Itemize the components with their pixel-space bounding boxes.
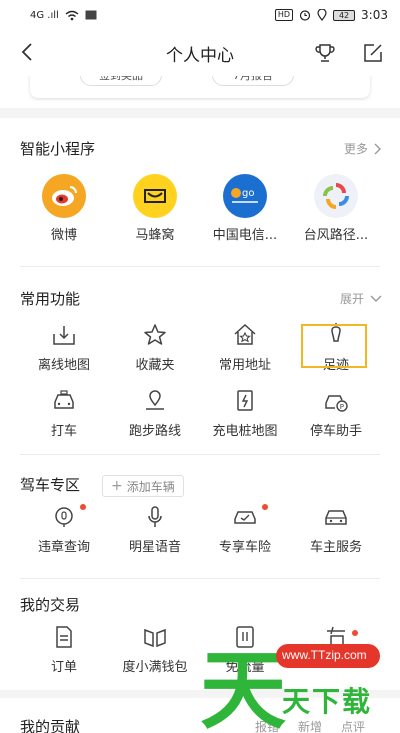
summary-card: 签到奖品 7月报告 xyxy=(30,76,370,98)
trade-orders[interactable]: 订单 xyxy=(19,624,109,675)
function-common-address[interactable]: 常用地址 xyxy=(200,322,290,373)
wifi-icon xyxy=(65,10,79,20)
china-telecom-icon: go xyxy=(223,174,267,218)
back-icon[interactable] xyxy=(16,40,40,64)
weibo-icon xyxy=(42,174,86,218)
driving-zone-card: 驾车专区 + 添加车辆 违章查询 明星语音 专享车险 车主服务 xyxy=(0,458,400,578)
trades-title: 我的交易 xyxy=(20,596,81,614)
add-car-button[interactable]: + 添加车辆 xyxy=(102,475,184,497)
charging-pile-icon xyxy=(237,390,253,411)
expand-label: 展开 xyxy=(339,292,364,306)
offline-map-icon xyxy=(53,326,75,345)
alarm-icon xyxy=(299,10,311,21)
add-car-label: 添加车辆 xyxy=(126,479,175,494)
svg-text:go: go xyxy=(242,188,254,199)
mini-program-typhoon[interactable]: 台风路径... xyxy=(291,174,381,243)
watermark-brand: 天下载 xyxy=(282,685,373,718)
car-insurance-icon xyxy=(234,511,256,524)
monthly-report-pill[interactable]: 7月报告 xyxy=(212,76,294,86)
chevron-right-icon xyxy=(374,143,381,154)
function-offline-map[interactable]: 离线地图 xyxy=(19,322,109,373)
edit-icon[interactable] xyxy=(362,42,384,64)
mini-program-weibo[interactable]: 微博 xyxy=(19,174,109,243)
mini-program-label: 马蜂窝 xyxy=(135,228,175,243)
svg-text:天: 天 xyxy=(200,641,286,733)
common-functions-title: 常用功能 xyxy=(20,290,81,308)
function-label: 充电桩地图 xyxy=(212,424,278,439)
driving-owner-service[interactable]: 车主服务 xyxy=(291,504,381,555)
function-label: 度小满钱包 xyxy=(122,660,188,675)
driving-car-insurance[interactable]: 专享车险 xyxy=(200,504,290,555)
mini-programs-title: 智能小程序 xyxy=(20,140,96,158)
mini-program-label: 台风路径... xyxy=(303,228,369,243)
svg-text:P: P xyxy=(340,403,344,411)
mini-program-china-telecom[interactable]: go 中国电信... xyxy=(200,174,290,243)
notification-dot xyxy=(80,504,86,510)
function-label: 打车 xyxy=(50,424,77,439)
violation-icon xyxy=(55,507,73,527)
clock: 3:03 xyxy=(361,8,388,22)
function-label: 明星语音 xyxy=(128,540,181,555)
top-card-area: 签到奖品 7月报告 xyxy=(0,76,400,108)
contribution-title: 我的贡献 xyxy=(20,718,81,733)
microphone-icon xyxy=(148,506,162,527)
location-icon xyxy=(317,9,327,21)
highlight-frame xyxy=(301,324,367,368)
car-service-icon xyxy=(325,510,347,525)
common-functions-expand[interactable]: 展开 xyxy=(340,290,382,307)
mini-program-label: 微博 xyxy=(50,228,77,243)
page-title: 个人中心 xyxy=(166,45,234,66)
driving-zone-title: 驾车专区 xyxy=(20,476,81,494)
checkin-reward-pill[interactable]: 签到奖品 xyxy=(80,76,162,86)
driving-star-voice[interactable]: 明星语音 xyxy=(110,504,200,555)
wallet-icon xyxy=(144,628,166,648)
function-label: 离线地图 xyxy=(37,358,90,373)
mini-program-label: 中国电信... xyxy=(212,228,278,243)
parking-icon: P xyxy=(325,395,348,412)
watermark-logo: 天 www.TTzip.com 天下载 xyxy=(200,628,400,733)
function-label: 违章查询 xyxy=(37,540,90,555)
status-bar: 4G .ıll HD 42 3:03 xyxy=(0,0,400,30)
divider xyxy=(20,578,380,579)
trophy-icon[interactable] xyxy=(314,42,336,64)
order-icon xyxy=(56,626,72,648)
function-label: 收藏夹 xyxy=(135,358,175,373)
image-notification-icon xyxy=(85,10,97,20)
star-icon xyxy=(144,324,166,345)
function-parking[interactable]: P 停车助手 xyxy=(291,388,381,439)
function-running-route[interactable]: 跑步路线 xyxy=(110,388,200,439)
function-label: 订单 xyxy=(50,660,77,675)
home-star-icon xyxy=(234,323,256,345)
hd-badge: HD xyxy=(274,9,294,21)
taxi-icon xyxy=(54,390,74,409)
chevron-down-icon xyxy=(370,295,382,302)
running-route-icon xyxy=(146,390,164,410)
typhoon-icon xyxy=(314,174,358,218)
mafengwo-icon xyxy=(133,174,177,218)
divider xyxy=(20,266,380,267)
function-charging-map[interactable]: 充电桩地图 xyxy=(200,388,290,439)
function-label: 常用地址 xyxy=(218,358,271,373)
more-label: 更多 xyxy=(343,142,368,156)
watermark-url: www.TTzip.com xyxy=(282,648,367,662)
signal-text: 4G .ıll xyxy=(30,9,59,21)
signal-indicator: 4G .ıll xyxy=(30,10,97,21)
nav-bar: 个人中心 xyxy=(0,30,400,76)
function-label: 跑步路线 xyxy=(128,424,181,439)
function-favorites[interactable]: 收藏夹 xyxy=(110,322,200,373)
mini-program-mafengwo[interactable]: 马蜂窝 xyxy=(110,174,200,243)
function-label: 停车助手 xyxy=(309,424,362,439)
trade-wallet[interactable]: 度小满钱包 xyxy=(110,624,200,675)
driving-violation[interactable]: 违章查询 xyxy=(19,504,109,555)
content-card: 智能小程序 更多 微博 马蜂窝 go 中国电信... 台风路径... 常用功能 … xyxy=(0,118,400,458)
function-label: 车主服务 xyxy=(309,540,362,555)
notification-dot xyxy=(262,504,268,510)
battery-indicator: 42 xyxy=(333,9,356,21)
mini-programs-more[interactable]: 更多 xyxy=(344,140,382,157)
divider xyxy=(20,454,380,455)
function-label: 专享车险 xyxy=(218,540,271,555)
function-taxi[interactable]: 打车 xyxy=(19,388,109,439)
plus-icon: + xyxy=(111,478,123,494)
